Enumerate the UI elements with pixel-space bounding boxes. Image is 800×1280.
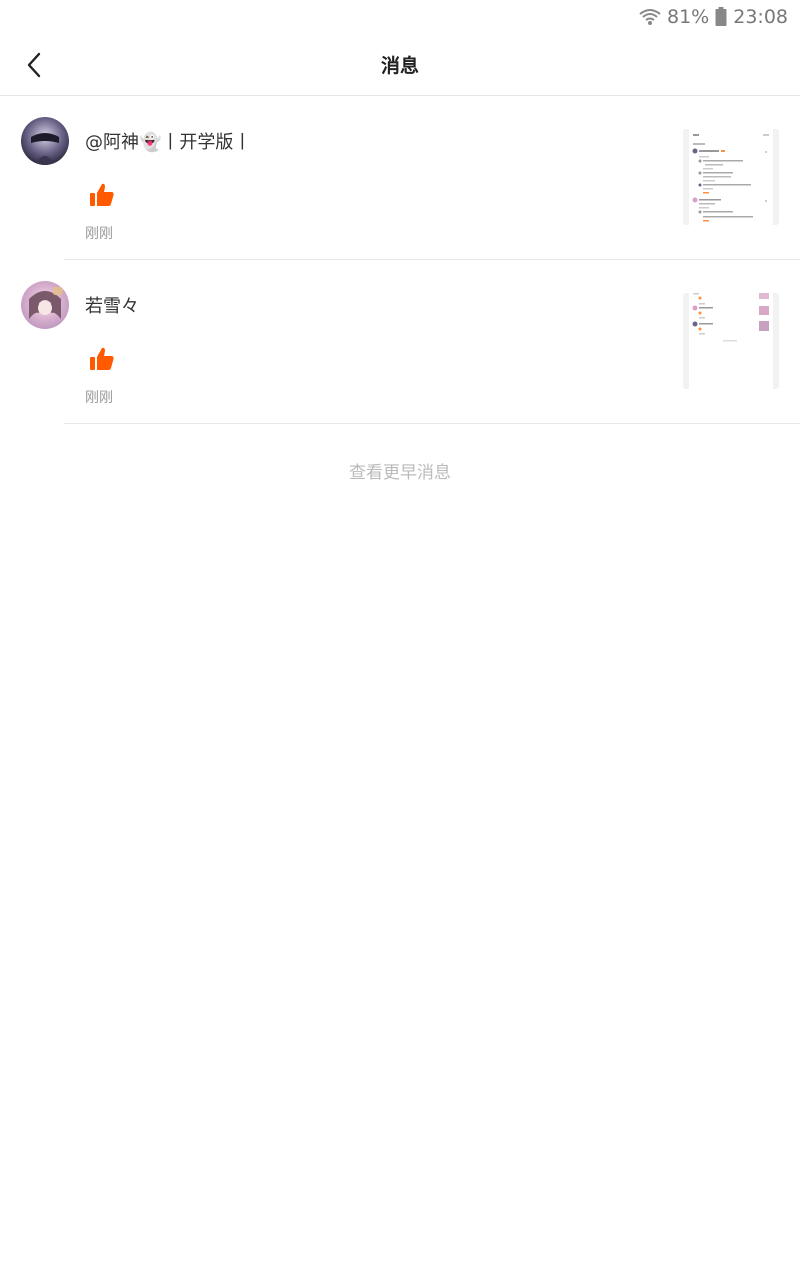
wifi-icon xyxy=(639,7,661,27)
page-title: 消息 xyxy=(380,55,419,77)
load-earlier-messages-button[interactable]: 查看更早消息 xyxy=(0,458,800,483)
list-item[interactable]: @阿神👻丨开学版丨 刚刚 xyxy=(0,96,800,260)
user-name[interactable]: @阿神👻丨开学版丨 xyxy=(85,128,251,154)
header: 消息 xyxy=(0,34,800,96)
status-bar: 81% 23:08 xyxy=(0,0,800,34)
timestamp: 刚刚 xyxy=(85,390,113,406)
avatar[interactable] xyxy=(21,117,69,165)
post-thumbnail[interactable] xyxy=(683,293,779,389)
list-item[interactable]: 若雪々 刚刚 xyxy=(0,260,800,424)
user-name[interactable]: 若雪々 xyxy=(85,292,139,318)
battery-percent: 81% xyxy=(667,6,710,28)
thumbs-up-icon xyxy=(90,347,114,370)
battery-icon xyxy=(715,7,727,27)
clock: 23:08 xyxy=(733,6,788,28)
avatar[interactable] xyxy=(21,281,69,329)
chevron-left-icon xyxy=(27,52,41,77)
post-thumbnail[interactable] xyxy=(683,129,779,225)
timestamp: 刚刚 xyxy=(85,226,113,242)
divider xyxy=(64,423,800,424)
thumbs-up-icon xyxy=(90,183,114,206)
back-button[interactable] xyxy=(18,49,50,81)
